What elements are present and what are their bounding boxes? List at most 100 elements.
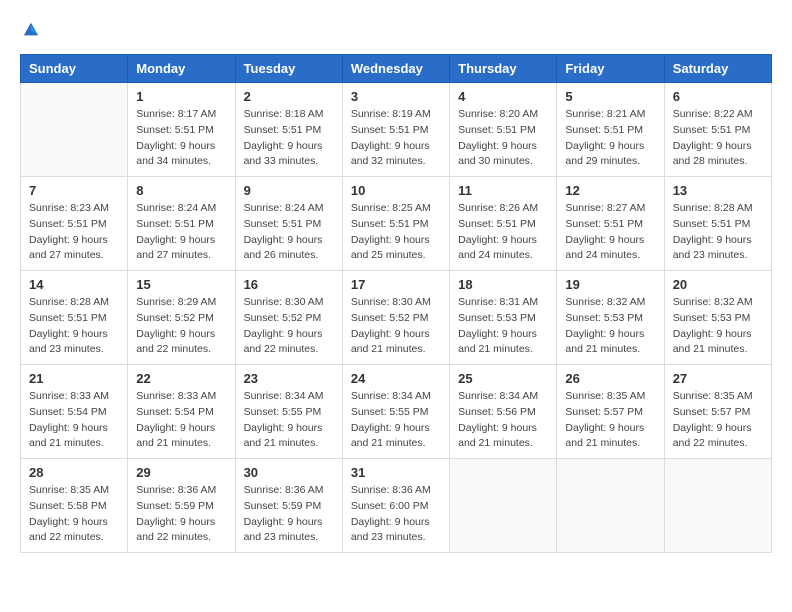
day-info: Sunrise: 8:34 AMSunset: 5:55 PMDaylight:… bbox=[351, 389, 441, 452]
calendar-header-row: SundayMondayTuesdayWednesdayThursdayFrid… bbox=[21, 55, 772, 83]
calendar-cell: 9 Sunrise: 8:24 AMSunset: 5:51 PMDaylight… bbox=[235, 177, 342, 271]
day-number: 6 bbox=[673, 89, 763, 104]
day-number: 31 bbox=[351, 465, 441, 480]
day-number: 9 bbox=[244, 183, 334, 198]
calendar-week-row: 21Sunrise: 8:33 AMSunset: 5:54 PMDayligh… bbox=[21, 365, 772, 459]
calendar-cell bbox=[450, 459, 557, 553]
calendar-cell: 31 Sunrise: 8:36 AMSunset: 6:00 PMDayligh… bbox=[342, 459, 449, 553]
day-info: Sunrise: 8:36 AMSunset: 5:59 PMDaylight:… bbox=[136, 483, 226, 546]
day-info: Sunrise: 8:35 AMSunset: 5:57 PMDaylight:… bbox=[565, 389, 655, 452]
calendar-cell: 16Sunrise: 8:30 AMSunset: 5:52 PMDayligh… bbox=[235, 271, 342, 365]
day-info: Sunrise: 8:36 AMSunset: 5:59 PMDaylight:… bbox=[244, 483, 334, 546]
day-number: 29 bbox=[136, 465, 226, 480]
calendar-cell: 5 Sunrise: 8:21 AMSunset: 5:51 PMDaylight… bbox=[557, 83, 664, 177]
day-number: 1 bbox=[136, 89, 226, 104]
calendar-cell: 6 Sunrise: 8:22 AMSunset: 5:51 PMDaylight… bbox=[664, 83, 771, 177]
day-number: 15 bbox=[136, 277, 226, 292]
calendar-week-row: 14 Sunrise: 8:28 AMSunset: 5:51 PMDayligh… bbox=[21, 271, 772, 365]
day-info: Sunrise: 8:33 AMSunset: 5:54 PMDaylight:… bbox=[136, 389, 226, 452]
calendar-cell: 18 Sunrise: 8:31 AMSunset: 5:53 PMDayligh… bbox=[450, 271, 557, 365]
day-number: 23 bbox=[244, 371, 334, 386]
day-number: 5 bbox=[565, 89, 655, 104]
day-number: 19 bbox=[565, 277, 655, 292]
calendar-cell: 19 Sunrise: 8:32 AMSunset: 5:53 PMDayligh… bbox=[557, 271, 664, 365]
day-info: Sunrise: 8:33 AMSunset: 5:54 PMDaylight:… bbox=[29, 389, 119, 452]
page-header bbox=[20, 20, 772, 44]
day-number: 3 bbox=[351, 89, 441, 104]
calendar-body: 1 Sunrise: 8:17 AMSunset: 5:51 PMDaylight… bbox=[21, 83, 772, 553]
day-info: Sunrise: 8:21 AMSunset: 5:51 PMDaylight:… bbox=[565, 107, 655, 170]
calendar-cell: 7Sunrise: 8:23 AMSunset: 5:51 PMDaylight… bbox=[21, 177, 128, 271]
day-info: Sunrise: 8:23 AMSunset: 5:51 PMDaylight:… bbox=[29, 201, 119, 264]
day-number: 4 bbox=[458, 89, 548, 104]
day-info: Sunrise: 8:24 AMSunset: 5:51 PMDaylight:… bbox=[244, 201, 334, 264]
calendar-cell: 28 Sunrise: 8:35 AMSunset: 5:58 PMDayligh… bbox=[21, 459, 128, 553]
day-info: Sunrise: 8:28 AMSunset: 5:51 PMDaylight:… bbox=[673, 201, 763, 264]
day-number: 20 bbox=[673, 277, 763, 292]
weekday-header-thursday: Thursday bbox=[450, 55, 557, 83]
logo-icon bbox=[22, 21, 40, 39]
day-info: Sunrise: 8:28 AMSunset: 5:51 PMDaylight:… bbox=[29, 295, 119, 358]
calendar-cell: 17 Sunrise: 8:30 AMSunset: 5:52 PMDayligh… bbox=[342, 271, 449, 365]
day-info: Sunrise: 8:35 AMSunset: 5:57 PMDaylight:… bbox=[673, 389, 763, 452]
day-number: 25 bbox=[458, 371, 548, 386]
day-number: 13 bbox=[673, 183, 763, 198]
calendar-cell: 20 Sunrise: 8:32 AMSunset: 5:53 PMDayligh… bbox=[664, 271, 771, 365]
day-info: Sunrise: 8:22 AMSunset: 5:51 PMDaylight:… bbox=[673, 107, 763, 170]
calendar-cell: 29 Sunrise: 8:36 AMSunset: 5:59 PMDayligh… bbox=[128, 459, 235, 553]
calendar-cell: 3 Sunrise: 8:19 AMSunset: 5:51 PMDaylight… bbox=[342, 83, 449, 177]
day-info: Sunrise: 8:34 AMSunset: 5:56 PMDaylight:… bbox=[458, 389, 548, 452]
day-info: Sunrise: 8:31 AMSunset: 5:53 PMDaylight:… bbox=[458, 295, 548, 358]
day-number: 28 bbox=[29, 465, 119, 480]
calendar-cell: 11 Sunrise: 8:26 AMSunset: 5:51 PMDayligh… bbox=[450, 177, 557, 271]
day-number: 18 bbox=[458, 277, 548, 292]
day-number: 22 bbox=[136, 371, 226, 386]
day-info: Sunrise: 8:20 AMSunset: 5:51 PMDaylight:… bbox=[458, 107, 548, 170]
day-info: Sunrise: 8:32 AMSunset: 5:53 PMDaylight:… bbox=[565, 295, 655, 358]
logo bbox=[20, 20, 40, 44]
day-number: 8 bbox=[136, 183, 226, 198]
calendar-cell: 14 Sunrise: 8:28 AMSunset: 5:51 PMDayligh… bbox=[21, 271, 128, 365]
calendar-cell: 13 Sunrise: 8:28 AMSunset: 5:51 PMDayligh… bbox=[664, 177, 771, 271]
day-number: 27 bbox=[673, 371, 763, 386]
weekday-header-friday: Friday bbox=[557, 55, 664, 83]
calendar-cell: 23 Sunrise: 8:34 AMSunset: 5:55 PMDayligh… bbox=[235, 365, 342, 459]
calendar-cell: 30Sunrise: 8:36 AMSunset: 5:59 PMDayligh… bbox=[235, 459, 342, 553]
day-info: Sunrise: 8:30 AMSunset: 5:52 PMDaylight:… bbox=[351, 295, 441, 358]
day-number: 14 bbox=[29, 277, 119, 292]
calendar-cell: 24 Sunrise: 8:34 AMSunset: 5:55 PMDayligh… bbox=[342, 365, 449, 459]
calendar-week-row: 7Sunrise: 8:23 AMSunset: 5:51 PMDaylight… bbox=[21, 177, 772, 271]
day-number: 11 bbox=[458, 183, 548, 198]
day-number: 10 bbox=[351, 183, 441, 198]
calendar-cell: 25 Sunrise: 8:34 AMSunset: 5:56 PMDayligh… bbox=[450, 365, 557, 459]
calendar-table: SundayMondayTuesdayWednesdayThursdayFrid… bbox=[20, 54, 772, 553]
calendar-cell: 26 Sunrise: 8:35 AMSunset: 5:57 PMDayligh… bbox=[557, 365, 664, 459]
calendar-cell: 4 Sunrise: 8:20 AMSunset: 5:51 PMDaylight… bbox=[450, 83, 557, 177]
day-number: 2 bbox=[244, 89, 334, 104]
calendar-cell: 15 Sunrise: 8:29 AMSunset: 5:52 PMDayligh… bbox=[128, 271, 235, 365]
day-number: 12 bbox=[565, 183, 655, 198]
day-info: Sunrise: 8:35 AMSunset: 5:58 PMDaylight:… bbox=[29, 483, 119, 546]
calendar-week-row: 28 Sunrise: 8:35 AMSunset: 5:58 PMDayligh… bbox=[21, 459, 772, 553]
day-number: 26 bbox=[565, 371, 655, 386]
day-number: 17 bbox=[351, 277, 441, 292]
day-info: Sunrise: 8:34 AMSunset: 5:55 PMDaylight:… bbox=[244, 389, 334, 452]
weekday-header-tuesday: Tuesday bbox=[235, 55, 342, 83]
calendar-cell bbox=[664, 459, 771, 553]
day-info: Sunrise: 8:19 AMSunset: 5:51 PMDaylight:… bbox=[351, 107, 441, 170]
day-info: Sunrise: 8:27 AMSunset: 5:51 PMDaylight:… bbox=[565, 201, 655, 264]
calendar-week-row: 1 Sunrise: 8:17 AMSunset: 5:51 PMDaylight… bbox=[21, 83, 772, 177]
day-info: Sunrise: 8:26 AMSunset: 5:51 PMDaylight:… bbox=[458, 201, 548, 264]
day-info: Sunrise: 8:18 AMSunset: 5:51 PMDaylight:… bbox=[244, 107, 334, 170]
day-info: Sunrise: 8:25 AMSunset: 5:51 PMDaylight:… bbox=[351, 201, 441, 264]
day-info: Sunrise: 8:32 AMSunset: 5:53 PMDaylight:… bbox=[673, 295, 763, 358]
calendar-cell: 10 Sunrise: 8:25 AMSunset: 5:51 PMDayligh… bbox=[342, 177, 449, 271]
calendar-cell bbox=[21, 83, 128, 177]
day-info: Sunrise: 8:17 AMSunset: 5:51 PMDaylight:… bbox=[136, 107, 226, 170]
calendar-cell: 1 Sunrise: 8:17 AMSunset: 5:51 PMDaylight… bbox=[128, 83, 235, 177]
day-info: Sunrise: 8:36 AMSunset: 6:00 PMDaylight:… bbox=[351, 483, 441, 546]
day-number: 24 bbox=[351, 371, 441, 386]
day-info: Sunrise: 8:29 AMSunset: 5:52 PMDaylight:… bbox=[136, 295, 226, 358]
calendar-cell: 27 Sunrise: 8:35 AMSunset: 5:57 PMDayligh… bbox=[664, 365, 771, 459]
weekday-header-monday: Monday bbox=[128, 55, 235, 83]
